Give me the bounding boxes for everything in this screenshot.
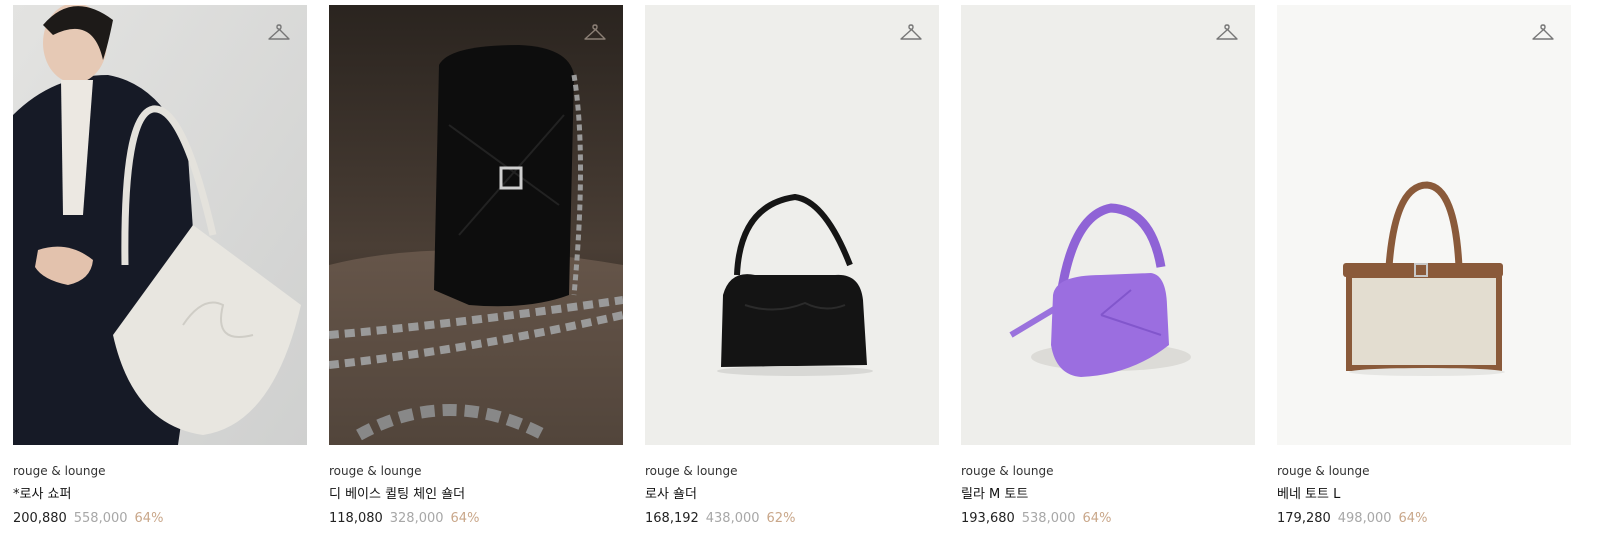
product-grid: rouge & lounge *로사 쇼퍼 200,880 558,000 64% bbox=[13, 5, 1571, 526]
product-name[interactable]: 릴라 M 토트 bbox=[961, 487, 1255, 502]
hanger-icon[interactable] bbox=[267, 23, 291, 43]
black-shoulder-bag-photo bbox=[645, 5, 939, 445]
original-price: 558,000 bbox=[73, 511, 128, 526]
product-card[interactable]: rouge & lounge 로사 숄더 168,192 438,000 62% bbox=[645, 5, 939, 526]
sale-price: 118,080 bbox=[329, 511, 383, 526]
discount-rate: 64% bbox=[134, 511, 164, 526]
original-price: 498,000 bbox=[1337, 511, 1392, 526]
lilac-tote-bag-photo bbox=[961, 5, 1255, 445]
sale-price: 179,280 bbox=[1277, 511, 1331, 526]
original-price: 538,000 bbox=[1021, 511, 1076, 526]
sale-price: 193,680 bbox=[961, 511, 1015, 526]
hanger-icon[interactable] bbox=[899, 23, 923, 43]
price-row: 179,280 498,000 64% bbox=[1277, 511, 1571, 526]
sale-price: 200,880 bbox=[13, 511, 67, 526]
product-name[interactable]: *로사 쇼퍼 bbox=[13, 487, 307, 502]
sale-price: 168,192 bbox=[645, 511, 699, 526]
price-row: 200,880 558,000 64% bbox=[13, 511, 307, 526]
quilted-chain-bag-photo bbox=[329, 5, 623, 445]
product-name[interactable]: 로사 숄더 bbox=[645, 487, 939, 502]
product-image[interactable] bbox=[13, 5, 307, 445]
canvas-tote-bag-photo bbox=[1277, 5, 1571, 445]
original-price: 438,000 bbox=[705, 511, 760, 526]
hanger-icon[interactable] bbox=[583, 23, 607, 43]
product-image[interactable] bbox=[645, 5, 939, 445]
product-brand: rouge & lounge bbox=[13, 464, 106, 478]
price-row: 118,080 328,000 64% bbox=[329, 511, 623, 526]
discount-rate: 64% bbox=[1082, 511, 1112, 526]
price-row: 168,192 438,000 62% bbox=[645, 511, 939, 526]
price-row: 193,680 538,000 64% bbox=[961, 511, 1255, 526]
product-card[interactable]: rouge & lounge 디 베이스 퀼팅 체인 숄더 118,080 328… bbox=[329, 5, 623, 526]
product-brand: rouge & lounge bbox=[961, 464, 1054, 478]
product-brand: rouge & lounge bbox=[645, 464, 738, 478]
discount-rate: 64% bbox=[1398, 511, 1428, 526]
product-image[interactable] bbox=[329, 5, 623, 445]
product-name[interactable]: 디 베이스 퀼팅 체인 숄더 bbox=[329, 487, 623, 502]
product-card[interactable]: rouge & lounge 릴라 M 토트 193,680 538,000 64% bbox=[961, 5, 1255, 526]
hanger-icon[interactable] bbox=[1531, 23, 1555, 43]
product-name[interactable]: 베네 토트 L bbox=[1277, 487, 1571, 502]
product-image[interactable] bbox=[961, 5, 1255, 445]
product-image[interactable] bbox=[1277, 5, 1571, 445]
hanger-icon[interactable] bbox=[1215, 23, 1239, 43]
discount-rate: 62% bbox=[766, 511, 796, 526]
product-card[interactable]: rouge & lounge 베네 토트 L 179,280 498,000 64% bbox=[1277, 5, 1571, 526]
product-card[interactable]: rouge & lounge *로사 쇼퍼 200,880 558,000 64% bbox=[13, 5, 307, 526]
original-price: 328,000 bbox=[389, 511, 444, 526]
discount-rate: 64% bbox=[450, 511, 480, 526]
model-shopper-bag-photo bbox=[13, 5, 307, 445]
product-brand: rouge & lounge bbox=[1277, 464, 1370, 478]
product-brand: rouge & lounge bbox=[329, 464, 422, 478]
